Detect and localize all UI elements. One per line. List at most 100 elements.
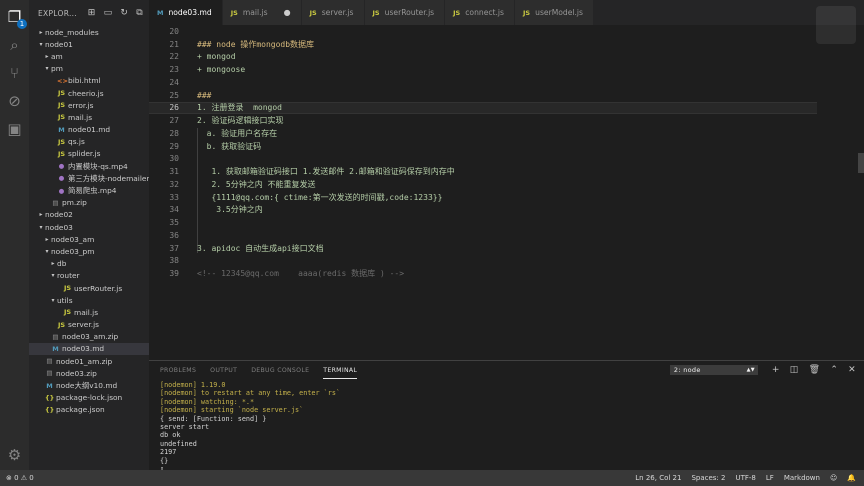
bell-icon[interactable]: 🔔 <box>847 474 856 482</box>
panel-tab[interactable]: OUTPUT <box>210 363 237 378</box>
chevron-icon: ▸ <box>45 235 49 243</box>
tree-item[interactable]: {} package-lock.json <box>29 392 149 404</box>
chevron-icon: ▾ <box>45 65 49 73</box>
code-line[interactable]: 33 {1111@qq.com:{ ctime:第一次发送的时间戳,code:1… <box>149 191 864 204</box>
tree-item-label: node03_am.zip <box>62 332 119 342</box>
editor-tab[interactable]: JS mail.js ● <box>222 0 302 25</box>
code-line[interactable]: 22 + mongod <box>149 51 864 64</box>
code-editor[interactable]: 20 21 ### node 操作mongodb数据库 22 + mongod 23 + m… <box>149 25 864 360</box>
terminal-line: [nodemon] starting `node server.js` <box>160 406 304 415</box>
language-mode[interactable]: Markdown <box>784 474 820 482</box>
tree-item[interactable]: Mnode01.md <box>29 124 149 136</box>
tree-item[interactable]: Mnode03.md <box>29 342 149 356</box>
gear-icon[interactable]: ⚙ <box>5 446 24 465</box>
tree-item[interactable]: JS mail.js <box>29 111 149 123</box>
tree-item[interactable]: ● 内置模块-qs.mp4 <box>29 160 149 172</box>
tree-item[interactable]: ▤ node03_am.zip <box>29 331 149 343</box>
tree-item[interactable]: ▸ node03_am <box>29 233 149 245</box>
tree-item[interactable]: JS server.js <box>29 319 149 331</box>
code-line[interactable]: 31 1. 获取邮箱验证码接口 1.发送邮件 2.邮箱和验证码保存到内存中 <box>149 165 864 178</box>
code-line[interactable]: 24 <box>149 76 864 89</box>
code-line[interactable]: 39 <!-- 12345@qq.com aaaa(redis 数据库 ) --> <box>149 267 864 280</box>
tree-item[interactable]: ▾ pm <box>29 63 149 75</box>
cursor-position[interactable]: Ln 26, Col 21 <box>635 474 681 482</box>
tree-item[interactable]: JS mail.js <box>29 306 149 318</box>
editor-tab[interactable]: Mnode03.md <box>149 0 223 25</box>
tree-item[interactable]: ▸ node_modules <box>29 26 149 38</box>
explorer-title: EXPLOR... <box>38 8 78 18</box>
code-line[interactable]: 29 b. 获取验证码 <box>149 140 864 153</box>
debug-icon[interactable]: ⊘ <box>5 92 24 111</box>
tree-item[interactable]: ▸ am <box>29 50 149 62</box>
tree-item[interactable]: ▾ router <box>29 270 149 282</box>
code-line[interactable]: 25 ### <box>149 89 864 102</box>
tree-item[interactable]: ● 简易爬虫.mp4 <box>29 184 149 196</box>
code-line[interactable]: 23 + mongoose <box>149 63 864 76</box>
source-control-icon[interactable]: ⑂ <box>5 64 24 83</box>
tree-item[interactable]: Mnode大纲v10.md <box>29 379 149 391</box>
tree-item[interactable]: ▤ node01_am.zip <box>29 355 149 367</box>
panel-tab[interactable]: DEBUG CONSOLE <box>251 363 309 378</box>
code-line[interactable]: 26 1. 注册登录 mongod <box>149 101 817 115</box>
code-line[interactable]: 34 3.5分钟之内 <box>149 204 864 217</box>
tree-item[interactable]: ▾ node03 <box>29 221 149 233</box>
code-line[interactable]: 37 3. apidoc 自动生成api接口文档 <box>149 242 864 255</box>
tree-item-label: node01 <box>45 39 73 49</box>
code-line[interactable]: 38 <box>149 255 864 268</box>
search-icon[interactable]: ⌕ <box>5 36 24 55</box>
code-line[interactable]: 35 <box>149 216 864 229</box>
terminal-output[interactable]: [nodemon] 1.19.0 [nodemon] to restart at … <box>149 379 864 473</box>
collapse-all-icon[interactable]: ⧉ <box>136 8 143 18</box>
tree-item[interactable]: ▸ db <box>29 258 149 270</box>
tree-item[interactable]: ▾ utils <box>29 294 149 306</box>
close-panel-icon[interactable]: ✕ <box>848 365 856 375</box>
problems-status[interactable]: ⊗ 0 ⚠ 0 <box>0 474 34 482</box>
tree-item-label: userRouter.js <box>74 283 123 293</box>
refresh-icon[interactable]: ↻ <box>120 8 128 18</box>
code-line[interactable]: 30 <box>149 153 864 166</box>
maximize-panel-icon[interactable]: ⌃ <box>830 365 838 375</box>
tree-item[interactable]: JS cheerio.js <box>29 87 149 99</box>
panel-tab[interactable]: TERMINAL <box>323 362 358 379</box>
tree-item[interactable]: JS error.js <box>29 99 149 111</box>
tree-item[interactable]: ▤ pm.zip <box>29 197 149 209</box>
extensions-icon[interactable]: ▣ <box>5 120 24 139</box>
code-line[interactable]: 20 <box>149 25 864 38</box>
tree-item[interactable]: ▾ node03_pm <box>29 245 149 257</box>
code-line[interactable]: 21 ### node 操作mongodb数据库 <box>149 38 864 51</box>
trash-icon[interactable]: 🗑 <box>809 365 821 375</box>
code-line[interactable]: 27 2. 验证码逻辑接口实现 <box>149 114 864 127</box>
encoding[interactable]: UTF-8 <box>735 474 755 482</box>
tree-item[interactable]: ● 第三方模块-nodemailer... <box>29 172 149 184</box>
terminal-select[interactable]: 2: node ▲▼ <box>669 365 758 375</box>
tree-item[interactable]: <> bibi.html <box>29 75 149 87</box>
files-icon[interactable]: ❐ 1 <box>5 8 27 29</box>
split-terminal-icon[interactable]: ◫ <box>790 365 799 375</box>
tree-item[interactable]: JS qs.js <box>29 136 149 148</box>
eol[interactable]: LF <box>766 474 774 482</box>
add-terminal-icon[interactable]: + <box>772 365 780 375</box>
tree-item[interactable]: ▸ node02 <box>29 209 149 221</box>
code-line[interactable]: 32 2. 5分钟之内 不能重复发送 <box>149 178 864 191</box>
editor-tab[interactable]: JS userModel.js <box>515 0 594 25</box>
tree-item[interactable]: ▤ node03.zip <box>29 367 149 379</box>
tree-item[interactable]: JS splider.js <box>29 148 149 160</box>
tree-item[interactable]: {} package.json <box>29 404 149 416</box>
unsaved-dot-icon[interactable]: ● <box>284 8 291 17</box>
editor-tab[interactable]: JS server.js <box>301 0 365 25</box>
editor-tab[interactable]: JS userRouter.js <box>364 0 446 25</box>
chevron-icon: ▾ <box>45 247 49 255</box>
editor-tab[interactable]: JS connect.js <box>445 0 516 25</box>
code-line[interactable]: 36 <box>149 229 864 242</box>
tree-item[interactable]: ▾ node01 <box>29 38 149 50</box>
code-line[interactable]: 28 a. 验证用户名存在 <box>149 127 864 140</box>
new-file-icon[interactable]: ⊞ <box>88 8 96 18</box>
smiley-icon[interactable]: ☺ <box>830 474 837 482</box>
panel-tab[interactable]: PROBLEMS <box>160 363 196 378</box>
code-text: a. 验证用户名存在 <box>197 128 278 138</box>
code-text: + mongoose <box>197 65 246 75</box>
tree-item[interactable]: JS userRouter.js <box>29 282 149 294</box>
indentation[interactable]: Spaces: 2 <box>691 474 725 482</box>
line-number: 27 <box>169 116 179 126</box>
new-folder-icon[interactable]: ▭ <box>104 8 113 18</box>
